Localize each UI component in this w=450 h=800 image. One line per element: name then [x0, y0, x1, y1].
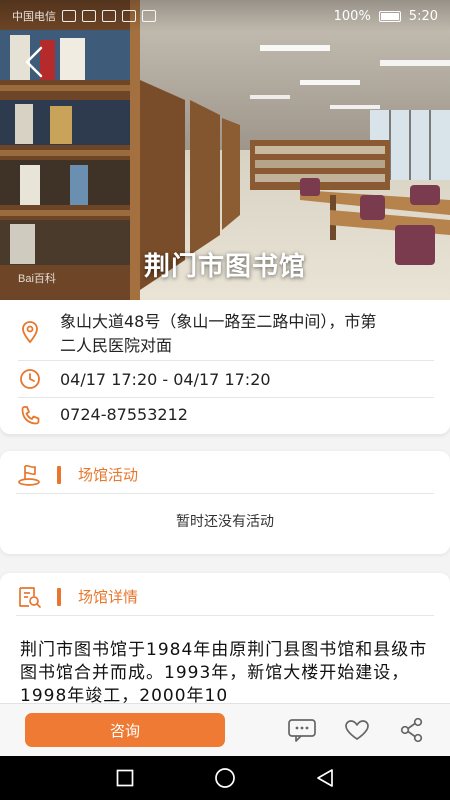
section-accent-bar	[57, 588, 61, 606]
section-header: 场馆详情	[0, 573, 450, 615]
activities-section: 场馆活动 暂时还没有活动	[0, 451, 450, 554]
battery-percent: 100%	[333, 8, 371, 24]
activities-title: 场馆活动	[78, 466, 139, 484]
status-bar: 中国电信 100% 5:20	[0, 0, 450, 32]
video-icon	[122, 10, 136, 22]
camera-icon	[82, 10, 96, 22]
address-text: 象山大道48号（象山一路至二路中间），市第二人民医院对面	[60, 312, 377, 355]
divider	[18, 360, 434, 361]
user-icon	[142, 10, 156, 22]
page-title: 荆门市图书馆	[143, 252, 306, 282]
circle-icon	[215, 768, 235, 788]
carrier-text: 中国电信	[12, 10, 56, 23]
phone-row[interactable]: 0724-87553212	[0, 403, 450, 431]
venue-info-card: 象山大道48号（象山一路至二路中间），市第二人民医院对面 04/17 17:20…	[0, 300, 450, 434]
triangle-back-icon	[317, 769, 333, 787]
phone-icon	[21, 406, 40, 425]
notification-icon	[62, 10, 76, 22]
square-icon	[116, 769, 134, 787]
divider	[16, 493, 434, 494]
location-pin-icon	[22, 321, 38, 344]
back-button[interactable]	[20, 44, 48, 80]
favorite-button[interactable]	[342, 716, 372, 744]
section-header: 场馆活动	[0, 451, 450, 493]
wechat-icon	[102, 10, 116, 22]
baidu-watermark: Bai百科	[18, 273, 56, 285]
hours-text: 04/17 17:20 - 04/17 17:20	[60, 370, 271, 389]
empty-activities-text: 暂时还没有活动	[176, 514, 274, 530]
comment-button[interactable]	[287, 716, 317, 744]
document-search-icon	[19, 587, 41, 608]
section-accent-bar	[57, 466, 61, 484]
divider	[16, 615, 434, 616]
phone-text: 0724-87553212	[60, 405, 188, 424]
recent-apps-button[interactable]	[113, 766, 137, 790]
comment-icon	[288, 719, 316, 742]
details-section: 场馆详情 荆门市图书馆于1984年由原荆门县图书馆和县级市图书馆合并而成。199…	[0, 573, 450, 713]
home-button[interactable]	[213, 766, 237, 790]
details-text: 荆门市图书馆于1984年由原荆门县图书馆和县级市图书馆合并而成。1993年，新馆…	[20, 640, 428, 706]
share-icon	[400, 717, 423, 743]
system-navigation-bar	[0, 756, 450, 800]
address-row[interactable]: 象山大道48号（象山一路至二路中间），市第二人民医院对面	[0, 312, 450, 356]
clock-time: 5:20	[408, 8, 438, 24]
details-title: 场馆详情	[78, 588, 139, 606]
chevron-left-icon	[25, 46, 43, 78]
bottom-action-bar: 咨询	[0, 703, 450, 756]
heart-icon	[345, 720, 369, 740]
clock-icon	[20, 369, 40, 389]
system-back-button[interactable]	[313, 766, 337, 790]
share-button[interactable]	[397, 716, 427, 744]
flag-icon	[18, 464, 40, 486]
hours-row: 04/17 17:20 - 04/17 17:20	[0, 366, 450, 394]
consult-button[interactable]: 咨询	[25, 713, 225, 747]
divider	[18, 397, 434, 398]
battery-icon	[378, 10, 401, 22]
